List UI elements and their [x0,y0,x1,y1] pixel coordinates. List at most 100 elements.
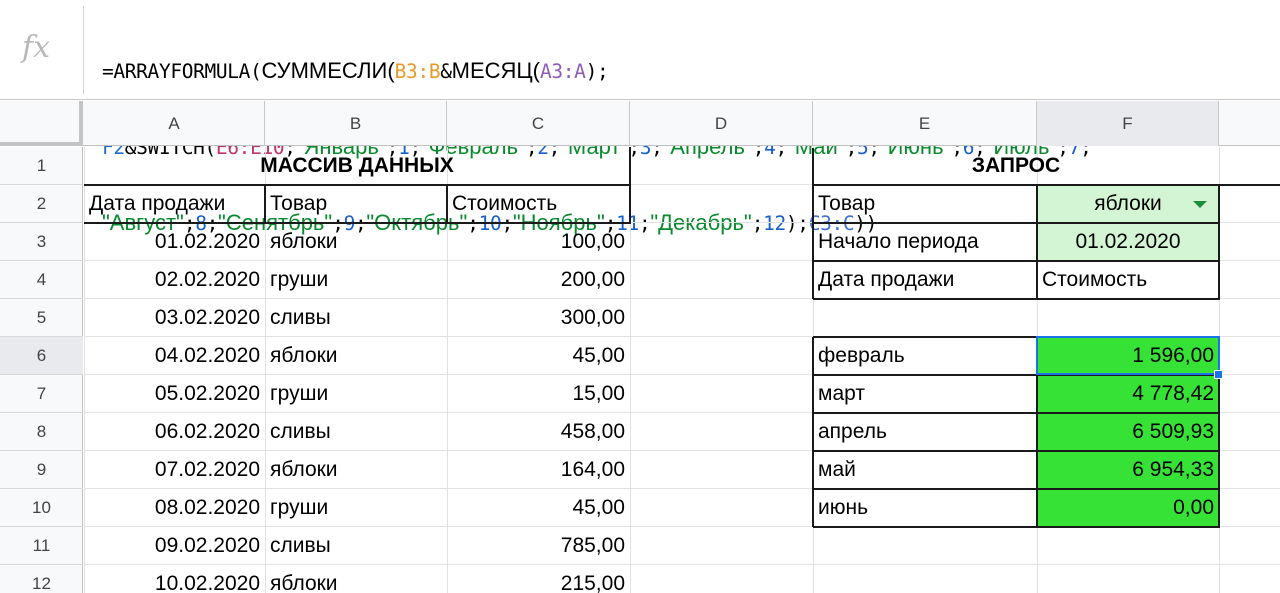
date-cell[interactable]: 03.02.2020 [84,299,265,337]
cell-border [812,148,814,299]
cost-cell[interactable]: 100,00 [447,223,630,261]
cost-cell[interactable]: 164,00 [447,451,630,489]
cost-cell[interactable]: 458,00 [447,413,630,451]
formula-token: A3:A [540,60,586,83]
row-header-10[interactable]: 10 [0,489,83,527]
date-cell[interactable]: 04.02.2020 [84,337,265,375]
row-header-8[interactable]: 8 [0,413,83,451]
column-header-a[interactable]: A [84,101,265,146]
formula-token: & [440,60,452,83]
result-value-cell[interactable]: 4 778,42 [1037,375,1219,413]
row-header-7[interactable]: 7 [0,375,83,413]
cost-cell[interactable]: 785,00 [447,527,630,565]
cost-cell[interactable]: 45,00 [447,489,630,527]
formula-token: B3:B [394,60,441,83]
query-col-cost-label[interactable]: Стоимость [1037,261,1219,299]
row-header-9[interactable]: 9 [0,451,83,489]
date-cell[interactable]: 06.02.2020 [84,413,265,451]
column-header-next[interactable] [1219,101,1280,146]
cell-border [1036,185,1038,299]
cost-cell[interactable]: 300,00 [447,299,630,337]
product-cell[interactable]: груши [265,375,447,413]
product-dropdown[interactable]: яблоки [1037,185,1219,223]
query-title[interactable]: ЗАПРОС [813,147,1219,185]
formula-token: МЕСЯЦ( [451,58,541,83]
formula-token: ); [585,60,609,83]
date-cell[interactable]: 08.02.2020 [84,489,265,527]
product-cell[interactable]: яблоки [265,223,447,261]
data-table-title[interactable]: МАССИВ ДАННЫХ [84,147,630,185]
column-header-b[interactable]: B [265,101,447,146]
row-header-5[interactable]: 5 [0,299,83,337]
row-header-4[interactable]: 4 [0,261,83,299]
cost-cell[interactable]: 15,00 [447,375,630,413]
cost-cell[interactable]: 200,00 [447,261,630,299]
cell-border [813,526,1220,528]
product-cell[interactable]: яблоки [265,565,447,593]
fill-handle[interactable] [1214,370,1223,379]
result-month-cell[interactable]: апрель [813,413,1037,451]
period-start-input[interactable]: 01.02.2020 [1037,223,1219,261]
selected-cell-outline[interactable] [1036,336,1220,375]
period-label[interactable]: Начало периода [813,223,1037,261]
result-month-cell[interactable]: июнь [813,489,1037,527]
cell-border [813,260,1220,262]
result-value-cell[interactable]: 0,00 [1037,489,1219,527]
data-table-header[interactable]: Товар [265,185,447,223]
query-col-date-label[interactable]: Дата продажи [813,261,1037,299]
column-header-bar: ABCDEF [0,101,1280,146]
sheet-grid[interactable]: МАССИВ ДАННЫХ Дата продажи Товар Стоимость 0… [84,147,1280,593]
cell-border [264,185,266,223]
formula-token: СУММЕСЛИ( [261,58,395,83]
column-header-e[interactable]: E [813,101,1037,146]
column-header-c[interactable]: C [447,101,630,146]
cost-cell[interactable]: 215,00 [447,565,630,593]
cell-border [813,450,1220,452]
dropdown-arrow-icon[interactable] [1193,201,1207,208]
cell-border [446,185,448,223]
table-border [84,184,631,186]
row-header-11[interactable]: 11 [0,527,83,565]
product-cell[interactable]: сливы [265,413,447,451]
product-cell[interactable]: яблоки [265,337,447,375]
formula-bar: fx =ARRAYFORMULA(СУММЕСЛИ(B3:B&МЕСЯЦ(A3:… [0,0,1280,235]
cell-border [813,488,1220,490]
date-cell[interactable]: 09.02.2020 [84,527,265,565]
product-cell[interactable]: сливы [265,527,447,565]
table-border [84,222,631,224]
date-cell[interactable]: 10.02.2020 [84,565,265,593]
column-header-f[interactable]: F [1037,101,1219,146]
cell-border [1218,185,1220,299]
result-month-cell[interactable]: май [813,451,1037,489]
row-header-bar: 1 2 3 4 5 6 7 8 9 10 11 12 [0,147,83,593]
date-cell[interactable]: 07.02.2020 [84,451,265,489]
product-label[interactable]: Товар [813,185,1037,223]
row-header-6[interactable]: 6 [0,337,83,375]
cell-border [812,337,814,527]
row-header-2[interactable]: 2 [0,185,83,223]
cell-border [629,147,631,223]
select-all-corner[interactable] [0,101,83,146]
result-month-cell[interactable]: февраль [813,337,1037,375]
column-header-d[interactable]: D [630,101,813,146]
data-table-header[interactable]: Стоимость [447,185,630,223]
result-month-cell[interactable]: март [813,375,1037,413]
date-cell[interactable]: 01.02.2020 [84,223,265,261]
row-header-12[interactable]: 12 [0,565,83,593]
product-cell[interactable]: яблоки [265,451,447,489]
formula-token: =ARRAYFORMULA( [102,60,262,83]
result-value-cell[interactable]: 6 509,93 [1037,413,1219,451]
cost-cell[interactable]: 45,00 [447,337,630,375]
product-cell[interactable]: груши [265,261,447,299]
row-header-3[interactable]: 3 [0,223,83,261]
product-cell[interactable]: сливы [265,299,447,337]
product-cell[interactable]: груши [265,489,447,527]
data-table-header[interactable]: Дата продажи [84,185,265,223]
cell-border [813,412,1220,414]
date-cell[interactable]: 05.02.2020 [84,375,265,413]
result-value-cell[interactable]: 6 954,33 [1037,451,1219,489]
date-cell[interactable]: 02.02.2020 [84,261,265,299]
row-header-1[interactable]: 1 [0,147,83,185]
formula-bar-divider [83,6,84,94]
fx-icon: fx [22,30,51,65]
